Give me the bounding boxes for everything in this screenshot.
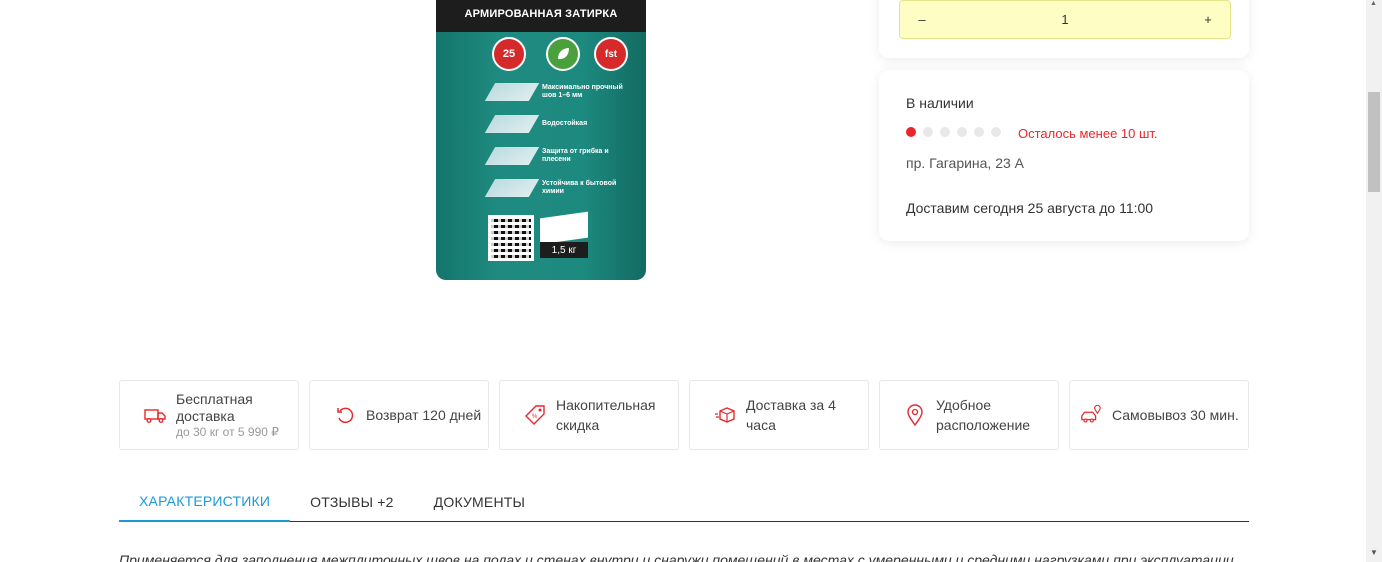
- tile-icon: [484, 179, 540, 197]
- tab-characteristics[interactable]: Характеристики: [119, 482, 291, 522]
- tab-reviews[interactable]: Отзывы +2: [290, 482, 414, 522]
- stock-level-indicator: [906, 127, 1001, 137]
- product-feature: Водостойкая: [484, 112, 632, 136]
- scroll-up-arrow-icon[interactable]: ▲: [1370, 0, 1378, 8]
- scroll-thumb[interactable]: [1368, 92, 1380, 192]
- product-feature-text: Устойчива к бытовой химии: [542, 180, 617, 195]
- eco-leaf-icon: [546, 37, 580, 71]
- benefit-title: Возврат 120 дней: [366, 407, 482, 423]
- product-feature-text: Защита от грибка и плесени: [542, 148, 609, 163]
- tile-icon: [484, 147, 540, 165]
- product-description: Применяется для заполнения межплиточных …: [119, 552, 1234, 562]
- product-feature: Устойчива к бытовой химии: [484, 176, 632, 200]
- benefit-free-delivery[interactable]: Бесплатная доставка до 30 кг от 5 990 ₽: [119, 380, 299, 450]
- tile-icon: [484, 115, 540, 133]
- benefit-location[interactable]: Удобное расположение: [879, 380, 1059, 450]
- years-badge-icon: 25: [492, 37, 526, 71]
- stock-dot: [923, 127, 933, 137]
- product-feature: Максимально прочный шов 1–6 мм: [484, 80, 632, 104]
- fast-box-icon: [714, 404, 736, 426]
- benefit-label: Бесплатная доставка до 30 кг от 5 990 ₽: [176, 391, 298, 439]
- benefit-pickup[interactable]: Самовывоз 30 мин.: [1069, 380, 1249, 450]
- benefits-row: Бесплатная доставка до 30 кг от 5 990 ₽ …: [119, 380, 1249, 450]
- product-bag-title: АРМИРОВАННАЯ ЗАТИРКА: [464, 8, 618, 20]
- stock-dot: [974, 127, 984, 137]
- product-feature-text: Максимально прочный шов 1–6 мм: [542, 84, 623, 99]
- benefit-discount[interactable]: % Накопительная скидка: [499, 380, 679, 450]
- discount-tag-icon: %: [524, 404, 546, 426]
- tile-icon: [484, 83, 540, 101]
- benefit-title: Удобное расположение: [936, 397, 1031, 433]
- product-feature: Защита от грибка и плесени: [484, 144, 632, 168]
- benefit-title: Бесплатная доставка: [176, 391, 253, 424]
- fst-badge-icon: fst: [594, 37, 628, 71]
- benefit-title: Доставка за 4 часа: [746, 397, 836, 433]
- truck-free-icon: [144, 404, 166, 426]
- increase-button[interactable]: +: [1200, 12, 1216, 27]
- quantity-stepper[interactable]: – 1 +: [899, 0, 1231, 39]
- car-pin-icon: [1080, 404, 1102, 426]
- quantity-value[interactable]: 1: [1061, 12, 1068, 27]
- scroll-down-arrow-icon[interactable]: ▼: [1369, 548, 1379, 558]
- product-tabs: Характеристики Отзывы +2 Документы: [119, 482, 1249, 522]
- benefit-fast-delivery[interactable]: Доставка за 4 часа: [689, 380, 869, 450]
- page-scrollbar[interactable]: [1366, 0, 1382, 562]
- quantity-card: – 1 +: [879, 0, 1249, 58]
- stock-dot: [940, 127, 950, 137]
- product-feature-text: Водостойкая: [542, 120, 588, 127]
- benefit-title: Самовывоз 30 мин.: [1112, 407, 1239, 423]
- tab-documents[interactable]: Документы: [414, 482, 545, 522]
- store-address[interactable]: пр. Гагарина, 23 А: [906, 155, 1024, 171]
- stock-dot: [991, 127, 1001, 137]
- stock-remaining: Осталось менее 10 шт.: [1018, 126, 1158, 141]
- svg-text:%: %: [532, 414, 538, 420]
- delivery-info: Доставим сегодня 25 августа до 11:00: [906, 200, 1154, 216]
- qr-code-icon: [488, 215, 534, 261]
- decrease-button[interactable]: –: [914, 12, 930, 27]
- benefit-subtitle: до 30 кг от 5 990 ₽: [176, 425, 279, 439]
- return-icon: [334, 404, 356, 426]
- benefit-return[interactable]: Возврат 120 дней: [309, 380, 489, 450]
- stock-card: В наличии Осталось менее 10 шт. пр. Гага…: [879, 70, 1249, 241]
- product-weight: 1,5 кг: [540, 242, 588, 258]
- stock-status: В наличии: [906, 95, 974, 111]
- location-pin-icon: [904, 404, 926, 426]
- benefit-title: Накопительная скидка: [556, 397, 656, 433]
- stock-dot: [957, 127, 967, 137]
- stock-dot: [906, 127, 916, 137]
